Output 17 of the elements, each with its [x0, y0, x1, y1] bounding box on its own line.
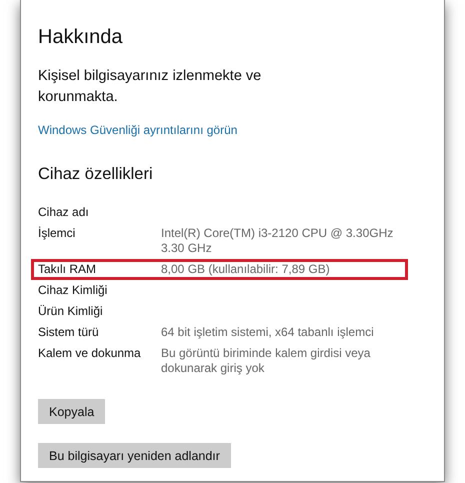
action-button[interactable]: Kopyala [38, 399, 106, 424]
spec-label: Ürün Kimliği [38, 304, 104, 319]
spec-label: Takılı RAM [38, 262, 98, 277]
spec-label: Cihaz Kimliği [38, 283, 108, 298]
spec-value: 8,00 GB (kullanılabilir: 7,89 GB) [161, 262, 331, 277]
spec-value: Intel(R) Core(TM) i3-2120 CPU @ 3.30GHz 3.30 GHz [161, 226, 394, 256]
spec-label: Cihaz adı [38, 205, 90, 220]
spec-label: Sistem türü [38, 325, 100, 340]
action-button[interactable]: Bu bilgisayarı yeniden adlandır [38, 443, 231, 468]
spec-label: Kalem ve dokunma [38, 346, 142, 362]
spec-value: 64 bit işletim sistemi, x64 tabanlı işlemci [161, 325, 375, 340]
section-title: Cihaz özellikleri [38, 165, 154, 184]
spec-value: Bu görüntü biriminde kalem girdisi veya dokunarak giriş yok [161, 346, 372, 376]
page-title: Hakkında [38, 26, 124, 49]
status-text: Kişisel bilgisayarınız izlenmekte ve korunmakta. [38, 67, 262, 107]
security-link[interactable]: Windows Güvenliği ayrıntılarını görün [38, 123, 238, 137]
spec-label: İşlemci [38, 226, 76, 242]
